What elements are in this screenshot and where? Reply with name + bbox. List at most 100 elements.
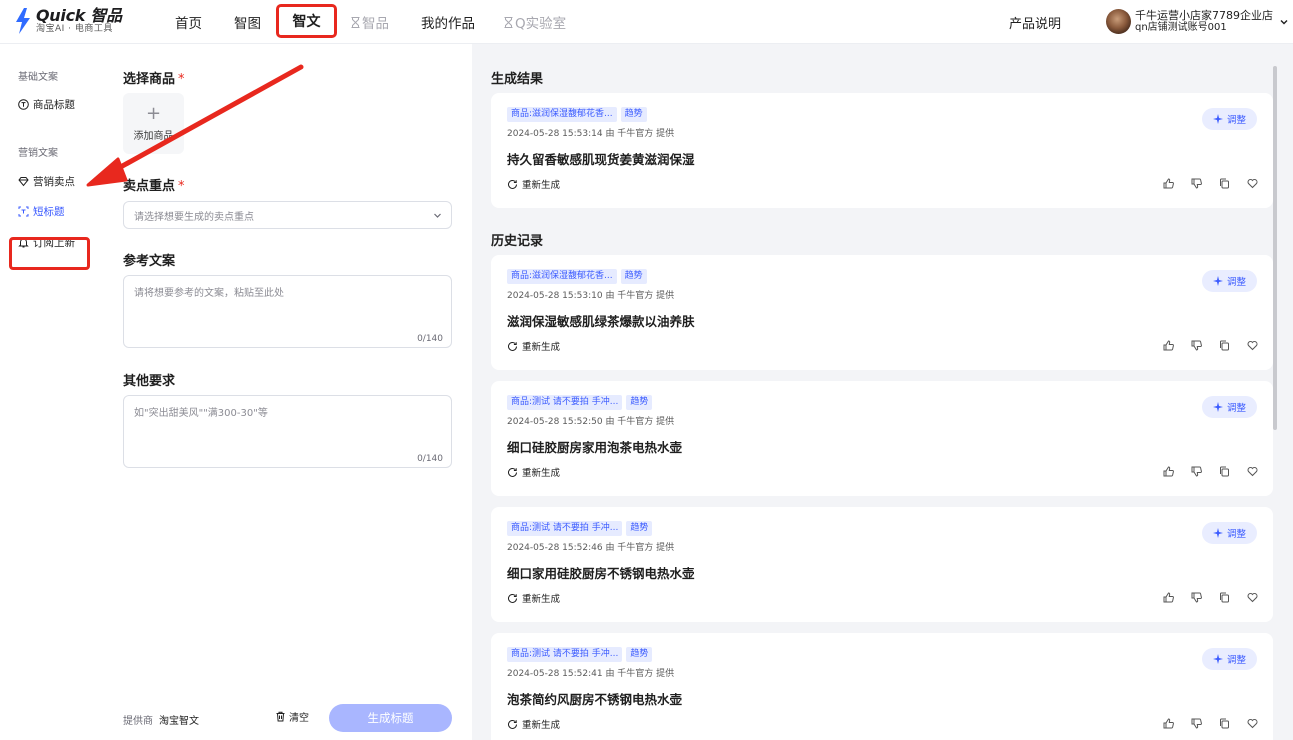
refresh-icon — [508, 341, 517, 351]
copy-button[interactable] — [1219, 178, 1247, 189]
hourglass-icon — [351, 16, 360, 28]
reference-copy-label: 参考文案 — [123, 254, 176, 269]
lightning-logo-icon — [16, 8, 30, 34]
nav-my-works[interactable]: 我的作品 — [421, 0, 475, 44]
sidebar: 基础文案 商品标题 营销文案 营销卖点 短标题 订阅上新 — [0, 44, 110, 740]
sidebar-item-product-title[interactable]: 商品标题 — [18, 97, 75, 112]
regenerate-button[interactable]: 重新生成 — [507, 339, 560, 353]
thumbs-down-button[interactable] — [1191, 592, 1219, 603]
product-tag[interactable]: 商品:滋润保湿馥郁花香... — [507, 107, 617, 122]
regenerate-label: 重新生成 — [522, 342, 561, 353]
favorite-button[interactable] — [1247, 718, 1275, 729]
regenerate-button[interactable]: 重新生成 — [507, 591, 560, 605]
thumbs-down-button[interactable] — [1191, 178, 1219, 189]
thumbs-up-button[interactable] — [1163, 466, 1191, 477]
sidebar-item-short-title[interactable]: 短标题 — [18, 204, 65, 219]
user-menu[interactable]: 千牛运营小店家7789企业店 qn店铺测试账号001 — [1106, 9, 1289, 34]
sparkle-icon — [1212, 114, 1223, 124]
thumbs-down-icon — [1191, 178, 1202, 189]
trend-tag[interactable]: 趋势 — [626, 395, 653, 410]
thumbs-down-button[interactable] — [1191, 718, 1219, 729]
heart-icon — [1247, 467, 1258, 477]
nav-zhipin[interactable]: 智品 — [351, 0, 389, 44]
adjust-label: 调整 — [1226, 403, 1246, 414]
regenerate-button[interactable]: 重新生成 — [507, 177, 560, 191]
nav-zhiwen-active[interactable]: 智文 — [276, 4, 337, 38]
trend-tag[interactable]: 趋势 — [620, 269, 647, 284]
card-meta: 2024-05-28 15:52:50 由 千牛官方 提供 — [507, 417, 675, 427]
adjust-button[interactable]: 调整 — [1202, 648, 1257, 670]
card-actions — [1163, 718, 1275, 729]
thumbs-up-button[interactable] — [1163, 718, 1191, 729]
generate-title-button[interactable]: 生成标题 — [329, 704, 452, 732]
generated-title: 滋润保湿敏感肌绿茶爆款以油养肤 — [507, 314, 695, 329]
provider-label: 提供商 — [123, 716, 153, 727]
hourglass-icon — [504, 16, 513, 28]
copy-button[interactable] — [1219, 466, 1247, 477]
product-tag[interactable]: 商品:测试 请不要拍 手冲... — [507, 395, 623, 410]
favorite-button[interactable] — [1247, 340, 1275, 351]
nav-zhipin-label: 智品 — [362, 16, 389, 32]
clear-label: 清空 — [289, 713, 309, 724]
favorite-button[interactable] — [1247, 466, 1275, 477]
copy-button[interactable] — [1219, 340, 1247, 351]
logo[interactable]: Quick 智品 淘宝AI · 电商工具 — [14, 7, 122, 35]
heart-icon — [1247, 341, 1258, 351]
clear-button[interactable]: 清空 — [275, 709, 309, 724]
favorite-button[interactable] — [1247, 178, 1275, 189]
generated-title: 泡茶简约风厨房不锈钢电热水壶 — [507, 692, 683, 707]
regenerate-label: 重新生成 — [522, 594, 561, 605]
sidebar-item-label: 短标题 — [33, 206, 65, 218]
adjust-label: 调整 — [1226, 115, 1246, 126]
copy-button[interactable] — [1219, 718, 1247, 729]
trash-icon — [276, 711, 285, 722]
product-tag[interactable]: 商品:测试 请不要拍 手冲... — [507, 647, 623, 662]
other-requirements-textarea[interactable]: 如"突出甜美风""满300-30"等 0/140 — [123, 395, 452, 468]
scrollbar[interactable] — [1273, 66, 1277, 430]
select-product-label: 选择商品 * — [123, 68, 185, 87]
thumbs-up-button[interactable] — [1163, 592, 1191, 603]
product-tag[interactable]: 商品:测试 请不要拍 手冲... — [507, 521, 623, 536]
tag-group: 商品:测试 请不要拍 手冲... 趋势 — [507, 521, 656, 536]
other-requirements-label: 其他要求 — [123, 374, 176, 389]
add-product-button[interactable]: + 添加商品 — [123, 93, 184, 154]
key-points-select[interactable]: 请选择想要生成的卖点重点 — [123, 201, 452, 229]
reference-copy-textarea[interactable]: 请将想要参考的文案，粘贴至此处 0/140 — [123, 275, 452, 348]
nav-q-lab[interactable]: Q实验室 — [504, 0, 566, 44]
avatar — [1106, 9, 1131, 34]
nav-home[interactable]: 首页 — [175, 0, 202, 44]
trend-tag[interactable]: 趋势 — [626, 521, 653, 536]
regenerate-button[interactable]: 重新生成 — [507, 465, 560, 479]
required-mark: * — [178, 72, 185, 87]
thumbs-up-icon — [1163, 718, 1174, 729]
thumbs-up-button[interactable] — [1163, 178, 1191, 189]
sparkle-icon — [1212, 654, 1223, 664]
sidebar-item-selling-points[interactable]: 营销卖点 — [18, 174, 75, 189]
heart-icon — [1247, 179, 1258, 189]
user-account: qn店铺测试账号001 — [1135, 21, 1227, 33]
copy-button[interactable] — [1219, 592, 1247, 603]
scan-text-icon — [18, 206, 29, 217]
favorite-button[interactable] — [1247, 592, 1275, 603]
adjust-button[interactable]: 调整 — [1202, 108, 1257, 130]
nav-zhitu[interactable]: 智图 — [234, 0, 261, 44]
result-heading: 生成结果 — [491, 72, 544, 87]
history-card: 商品:测试 请不要拍 手冲... 趋势 2024-05-28 15:52:41 … — [491, 633, 1273, 740]
thumbs-down-button[interactable] — [1191, 466, 1219, 477]
copy-icon — [1220, 592, 1229, 603]
result-card: 商品:滋润保湿馥郁花香... 趋势 2024-05-28 15:53:14 由 … — [491, 93, 1273, 208]
top-bar: Quick 智品 淘宝AI · 电商工具 首页 智图 智文 智品 我的作品 Q实… — [0, 0, 1293, 44]
product-tag[interactable]: 商品:滋润保湿馥郁花香... — [507, 269, 617, 284]
logo-subtitle: 淘宝AI · 电商工具 — [36, 24, 113, 34]
thumbs-down-button[interactable] — [1191, 340, 1219, 351]
trend-tag[interactable]: 趋势 — [620, 107, 647, 122]
adjust-button[interactable]: 调整 — [1202, 396, 1257, 418]
key-points-placeholder: 请选择想要生成的卖点重点 — [134, 211, 254, 223]
thumbs-up-button[interactable] — [1163, 340, 1191, 351]
trend-tag[interactable]: 趋势 — [626, 647, 653, 662]
regenerate-button[interactable]: 重新生成 — [507, 717, 560, 731]
adjust-button[interactable]: 调整 — [1202, 522, 1257, 544]
product-help-link[interactable]: 产品说明 — [1009, 13, 1061, 32]
text-t-icon — [18, 99, 29, 110]
adjust-button[interactable]: 调整 — [1202, 270, 1257, 292]
